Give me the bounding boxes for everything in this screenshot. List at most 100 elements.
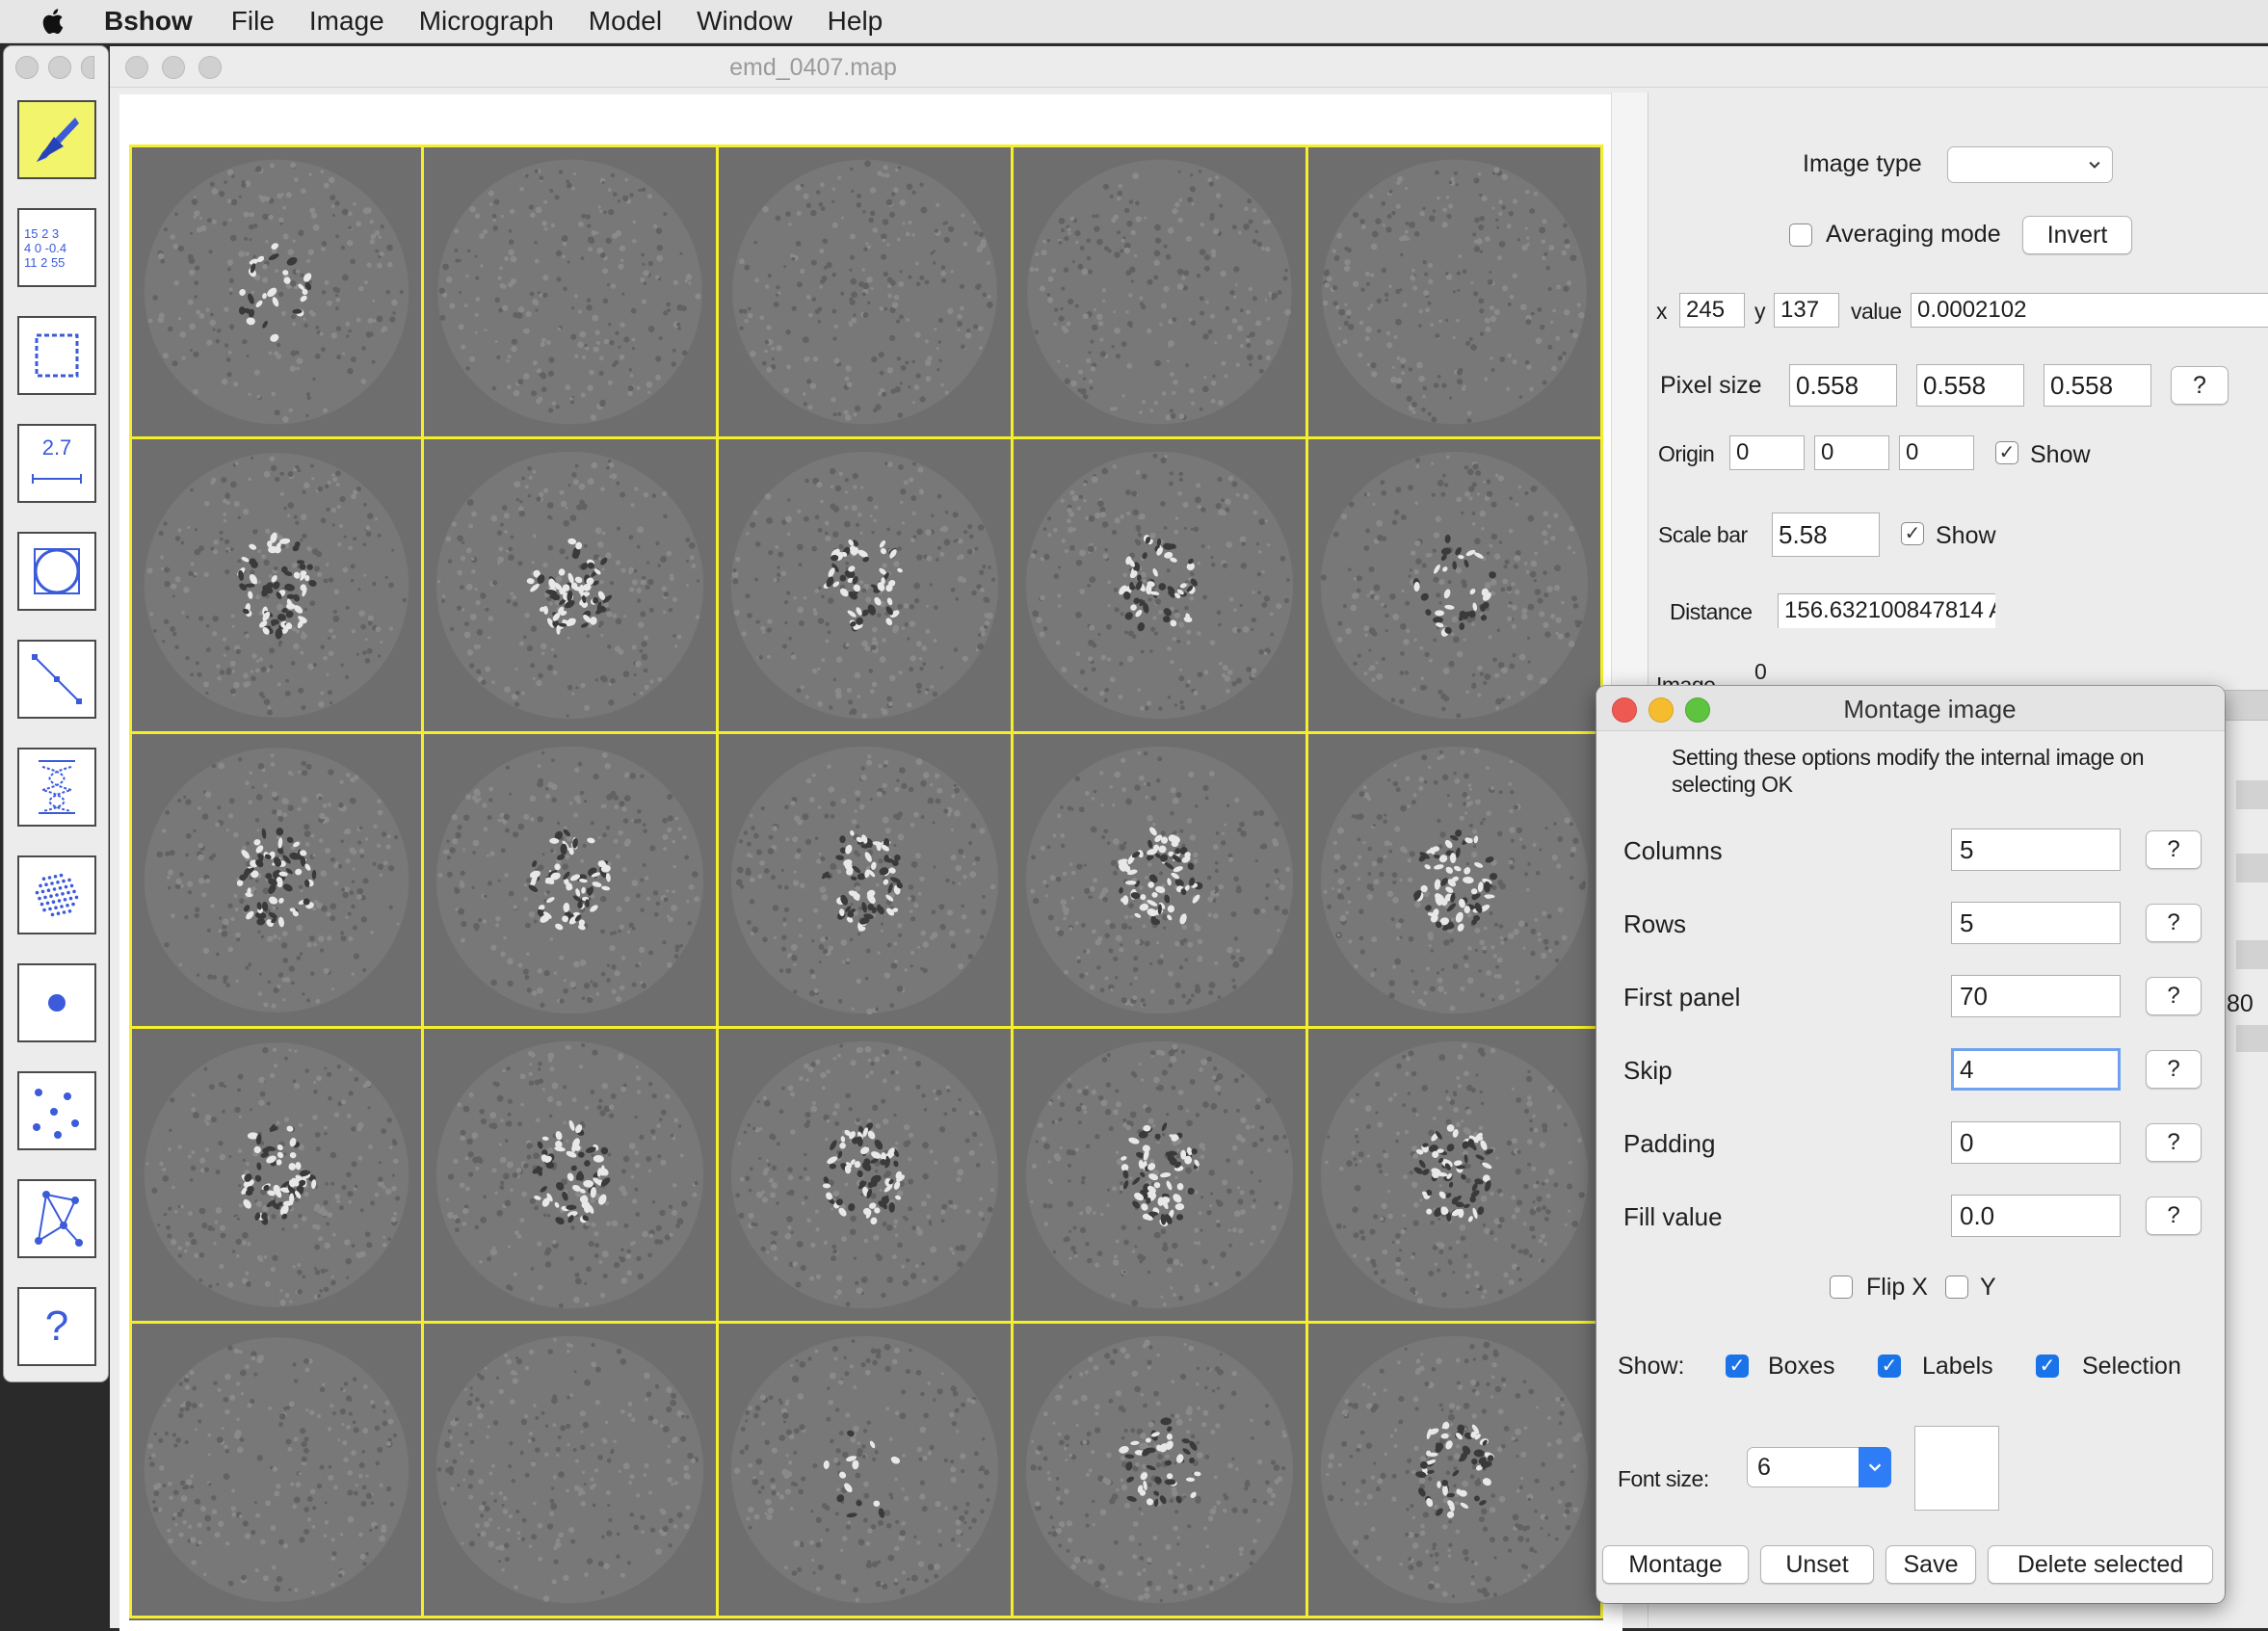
montage-tile[interactable] xyxy=(129,734,424,1029)
montage-tile[interactable] xyxy=(719,1324,1014,1618)
skip-field[interactable]: 4 xyxy=(1951,1048,2121,1091)
averaging-mode-checkbox[interactable] xyxy=(1789,224,1812,247)
rows-field[interactable]: 5 xyxy=(1951,902,2121,944)
montage-tile[interactable] xyxy=(719,734,1014,1029)
tool-lattice[interactable] xyxy=(17,855,96,934)
distance-field[interactable]: 156.632100847814 A xyxy=(1778,593,1995,628)
padding-field[interactable]: 0 xyxy=(1951,1121,2121,1164)
skip-help-button[interactable]: ? xyxy=(2146,1050,2202,1089)
image-slider-value: 0 xyxy=(1754,659,1766,685)
dialog-titlebar: Montage image xyxy=(1596,686,2225,731)
flip-x-checkbox[interactable] xyxy=(1830,1276,1853,1299)
y-label: y xyxy=(1754,299,1765,325)
partial-slider-value: 80 xyxy=(2227,990,2254,1018)
particle-image xyxy=(424,147,716,436)
menu-image[interactable]: Image xyxy=(309,6,384,37)
tool-help[interactable]: ? xyxy=(17,1287,96,1366)
tool-line[interactable] xyxy=(17,640,96,719)
invert-button[interactable]: Invert xyxy=(2022,216,2132,254)
montage-tile[interactable] xyxy=(1308,1029,1603,1324)
scale-bar-field[interactable]: 5.58 xyxy=(1772,513,1880,557)
first-panel-help-button[interactable]: ? xyxy=(2146,977,2202,1015)
fill-value-field[interactable]: 0.0 xyxy=(1951,1195,2121,1237)
tool-box-select[interactable] xyxy=(17,316,96,395)
montage-tile[interactable] xyxy=(424,145,719,439)
montage-tile[interactable] xyxy=(129,145,424,439)
delete-selected-button[interactable]: Delete selected xyxy=(1988,1545,2213,1584)
menu-model[interactable]: Model xyxy=(589,6,662,37)
particle-image xyxy=(132,439,421,731)
first-panel-field[interactable]: 70 xyxy=(1951,975,2121,1017)
columns-field[interactable]: 5 xyxy=(1951,829,2121,871)
fill-value-help-button[interactable]: ? xyxy=(2146,1197,2202,1235)
montage-tile[interactable] xyxy=(1308,439,1603,734)
menu-file[interactable]: File xyxy=(231,6,275,37)
montage-tile[interactable] xyxy=(1014,439,1308,734)
montage-tile[interactable] xyxy=(424,1324,719,1618)
montage-tile[interactable] xyxy=(129,1324,424,1618)
menu-help[interactable]: Help xyxy=(828,6,883,37)
montage-tile[interactable] xyxy=(1308,734,1603,1029)
pixel-size-help-button[interactable]: ? xyxy=(2171,366,2228,405)
origin-show-checkbox[interactable]: ✓ xyxy=(1995,441,2018,464)
menu-app-name[interactable]: Bshow xyxy=(104,6,193,37)
dialog-title: Montage image xyxy=(1596,695,2225,724)
menu-micrograph[interactable]: Micrograph xyxy=(419,6,554,37)
menu-window[interactable]: Window xyxy=(697,6,793,37)
tool-model[interactable] xyxy=(17,1179,96,1258)
montage-tile[interactable] xyxy=(719,439,1014,734)
montage-tile[interactable] xyxy=(424,734,719,1029)
montage-tile[interactable] xyxy=(1308,145,1603,439)
scale-bar-label: Scale bar xyxy=(1658,522,1748,548)
particle-image xyxy=(1014,147,1305,436)
font-size-select[interactable]: 6 xyxy=(1747,1447,1891,1487)
pixel-size-y-field[interactable]: 0.558 xyxy=(1916,364,2024,407)
montage-grid[interactable] xyxy=(129,145,1603,1620)
image-canvas[interactable] xyxy=(119,94,1622,1631)
montage-tile[interactable] xyxy=(424,1029,719,1324)
pixel-values-row-1: 15 2 3 xyxy=(24,226,59,241)
tool-filament[interactable] xyxy=(17,748,96,827)
unset-button[interactable]: Unset xyxy=(1760,1545,1874,1584)
origin-y-field[interactable]: 0 xyxy=(1814,435,1889,470)
tool-pixel-values[interactable]: 15 2 3 4 0 -0.4 11 2 55 xyxy=(17,208,96,287)
font-size-stepper[interactable] xyxy=(1859,1447,1891,1487)
x-field[interactable]: 245 xyxy=(1679,293,1745,328)
tool-measure[interactable]: 2.7 xyxy=(17,424,96,503)
selection-checkbox[interactable]: ✓ xyxy=(2036,1355,2059,1378)
save-button[interactable]: Save xyxy=(1886,1545,1976,1584)
scale-bar-show-checkbox[interactable]: ✓ xyxy=(1901,522,1924,545)
montage-tile[interactable] xyxy=(719,145,1014,439)
y-field[interactable]: 137 xyxy=(1774,293,1839,328)
pixel-size-x-field[interactable]: 0.558 xyxy=(1789,364,1897,407)
padding-help-button[interactable]: ? xyxy=(2146,1123,2202,1162)
apple-icon[interactable] xyxy=(35,5,73,38)
image-type-select[interactable] xyxy=(1947,146,2113,183)
origin-z-field[interactable]: 0 xyxy=(1899,435,1974,470)
flip-y-checkbox[interactable] xyxy=(1945,1276,1968,1299)
montage-tile[interactable] xyxy=(1014,734,1308,1029)
value-field[interactable]: 0.0002102 xyxy=(1911,293,2268,328)
rows-help-button[interactable]: ? xyxy=(2146,904,2202,942)
montage-tile[interactable] xyxy=(129,439,424,734)
montage-tile[interactable] xyxy=(719,1029,1014,1324)
origin-x-field[interactable]: 0 xyxy=(1729,435,1805,470)
tool-select-arrow[interactable] xyxy=(17,100,96,179)
montage-tile[interactable] xyxy=(129,1029,424,1324)
montage-button[interactable]: Montage xyxy=(1602,1545,1749,1584)
montage-tile[interactable] xyxy=(424,439,719,734)
montage-tile[interactable] xyxy=(1014,145,1308,439)
columns-help-button[interactable]: ? xyxy=(2146,830,2202,869)
tool-marker[interactable] xyxy=(17,963,96,1042)
toolbox-zoom-button[interactable] xyxy=(81,56,94,79)
tool-circle[interactable] xyxy=(17,532,96,611)
toolbox-close-button[interactable] xyxy=(15,56,39,79)
labels-checkbox[interactable]: ✓ xyxy=(1878,1355,1901,1378)
toolbox-minimize-button[interactable] xyxy=(48,56,71,79)
montage-tile[interactable] xyxy=(1014,1029,1308,1324)
tool-points[interactable] xyxy=(17,1071,96,1150)
pixel-size-z-field[interactable]: 0.558 xyxy=(2044,364,2151,407)
montage-tile[interactable] xyxy=(1308,1324,1603,1618)
montage-tile[interactable] xyxy=(1014,1324,1308,1618)
boxes-checkbox[interactable]: ✓ xyxy=(1726,1355,1749,1378)
